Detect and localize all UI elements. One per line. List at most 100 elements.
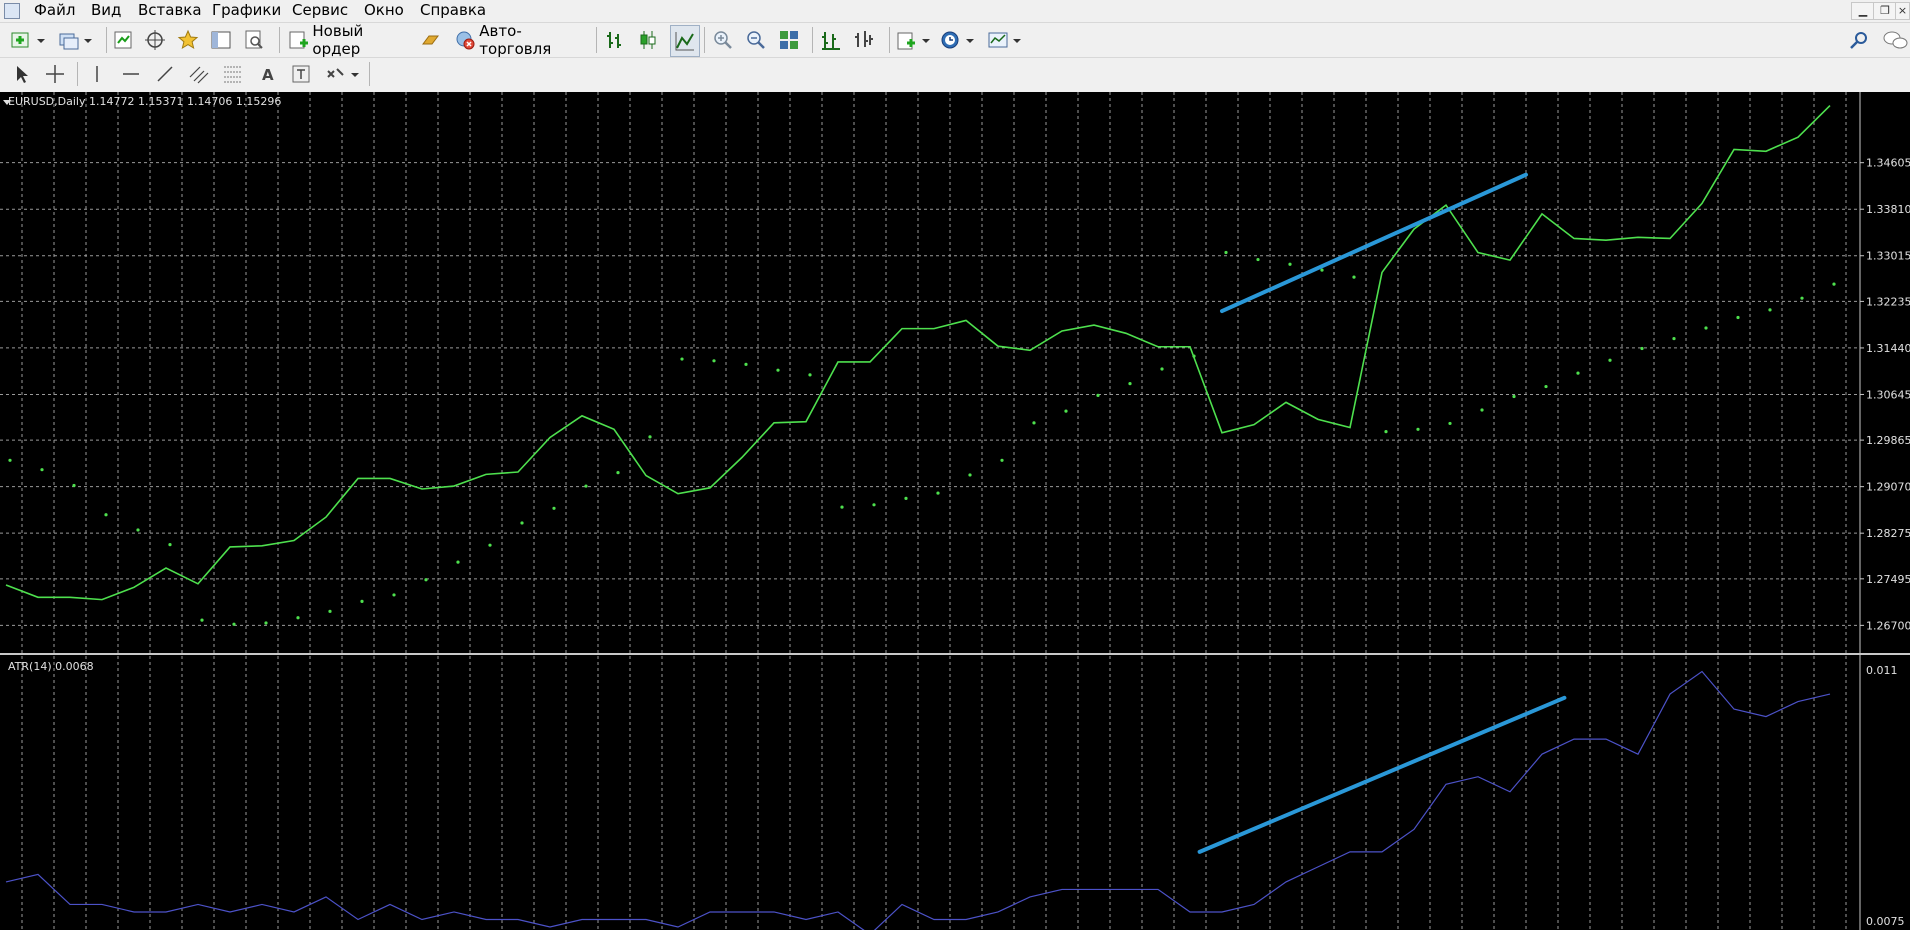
vertical-line-button[interactable] bbox=[86, 60, 112, 88]
zoom-in-button[interactable] bbox=[712, 26, 740, 54]
profiles-icon bbox=[59, 33, 92, 50]
sar-dot bbox=[872, 503, 876, 507]
y-tick-label: 1.32235 bbox=[1866, 295, 1910, 308]
svg-text:A: A bbox=[262, 66, 274, 84]
clock-icon bbox=[941, 31, 974, 49]
sar-dot bbox=[1416, 427, 1420, 431]
sar-dot bbox=[1384, 430, 1388, 434]
toolbar-separator bbox=[106, 27, 107, 53]
menu-item[interactable]: Вставка bbox=[138, 1, 202, 20]
metaeditor-button[interactable] bbox=[420, 26, 444, 54]
sar-dot bbox=[328, 609, 332, 613]
templates-button[interactable] bbox=[987, 26, 1023, 54]
new-order-button[interactable]: Новый ордер bbox=[288, 22, 413, 58]
search-button[interactable] bbox=[1849, 26, 1871, 54]
sar-dot bbox=[360, 599, 364, 603]
sar-dot bbox=[168, 542, 172, 547]
crosshair-tool-button[interactable] bbox=[44, 60, 70, 88]
sar-dot bbox=[584, 484, 588, 488]
bar-chart-button[interactable] bbox=[604, 26, 632, 54]
terminal-button[interactable] bbox=[210, 26, 234, 54]
y-tick-label: 1.28275 bbox=[1866, 527, 1910, 540]
menu-item[interactable]: Справка bbox=[420, 1, 486, 20]
sar-dot bbox=[1640, 346, 1644, 351]
restore-button[interactable]: ❐ bbox=[1873, 2, 1897, 20]
toolbar-separator bbox=[889, 27, 890, 53]
sar-dot bbox=[808, 373, 812, 377]
sar-dot bbox=[40, 468, 44, 472]
sar-dot bbox=[1032, 421, 1036, 425]
new-order-icon bbox=[289, 31, 308, 49]
cursor-tool-button[interactable] bbox=[10, 60, 36, 88]
profiles-button[interactable] bbox=[58, 26, 94, 54]
minimize-button[interactable]: ▁ bbox=[1851, 2, 1875, 20]
line-chart-button[interactable] bbox=[670, 25, 700, 57]
candlestick-button[interactable] bbox=[637, 26, 665, 54]
sar-dot bbox=[1768, 308, 1772, 312]
chart-window[interactable]: EURUSD,Daily 1.14772 1.15371 1.14706 1.1… bbox=[0, 92, 1910, 930]
sar-dot bbox=[776, 368, 780, 372]
auto-trading-button[interactable]: Авто-торговля bbox=[454, 22, 590, 58]
menu-bar: Файл Вид Вставка Графики Сервис Окно Справка ▁… bbox=[0, 0, 1910, 23]
favorites-button[interactable] bbox=[177, 26, 201, 54]
new-chart-button[interactable] bbox=[10, 26, 46, 54]
sar-dot bbox=[744, 362, 748, 366]
periods-button[interactable] bbox=[940, 26, 976, 54]
text-tool-button[interactable]: A bbox=[256, 60, 282, 88]
search-icon bbox=[1850, 32, 1867, 49]
close-button[interactable]: × bbox=[1895, 2, 1910, 20]
indicators-button[interactable] bbox=[896, 26, 932, 54]
zoom-out-button[interactable] bbox=[745, 26, 773, 54]
app-icon[interactable] bbox=[4, 3, 20, 19]
y-tick-label: 1.29865 bbox=[1866, 434, 1910, 447]
strategy-tester-button[interactable] bbox=[243, 26, 267, 54]
y-tick-label: 1.34605 bbox=[1866, 157, 1910, 170]
trendline-icon bbox=[157, 66, 173, 82]
chart-shift-button[interactable] bbox=[820, 26, 848, 54]
sar-dot bbox=[1352, 275, 1356, 279]
toolbar-separator bbox=[704, 27, 705, 53]
channel-icon bbox=[189, 66, 209, 84]
menu-item[interactable]: Вид bbox=[91, 1, 121, 20]
menu-item[interactable]: Окно bbox=[364, 1, 404, 20]
sar-dot bbox=[1704, 326, 1708, 330]
bar-chart-icon bbox=[607, 32, 621, 48]
tile-windows-button[interactable] bbox=[778, 26, 806, 54]
menu-item[interactable]: Файл bbox=[34, 1, 75, 20]
sar-dot bbox=[200, 618, 204, 622]
sar-dot bbox=[1608, 358, 1612, 362]
fibonacci-icon bbox=[224, 66, 242, 83]
sar-dot bbox=[456, 560, 460, 564]
arrows-button[interactable] bbox=[325, 60, 361, 88]
sar-dot bbox=[936, 491, 940, 495]
trendline-button[interactable] bbox=[154, 60, 180, 88]
text-label-button[interactable] bbox=[290, 60, 316, 88]
new-order-label: Новый ордер bbox=[312, 22, 364, 58]
sar-dot bbox=[8, 458, 12, 462]
menu-item[interactable]: Графики bbox=[212, 1, 281, 20]
chat-button[interactable] bbox=[1882, 26, 1908, 54]
y-tick-label: 1.33015 bbox=[1866, 250, 1910, 263]
navigator-button[interactable] bbox=[144, 26, 168, 54]
toolbar-separator bbox=[279, 27, 280, 53]
sar-dot bbox=[1224, 250, 1228, 255]
toolbar-separator bbox=[77, 62, 78, 86]
sar-dot bbox=[488, 543, 492, 547]
sar-dot bbox=[1800, 296, 1804, 300]
horizontal-line-button[interactable] bbox=[120, 60, 146, 88]
sar-dot bbox=[1320, 268, 1324, 272]
equidistant-channel-button[interactable] bbox=[188, 60, 214, 88]
sar-dot bbox=[72, 483, 76, 488]
sar-dot bbox=[1672, 336, 1676, 341]
y-tick-label: 1.33810 bbox=[1866, 203, 1910, 216]
fibonacci-button[interactable] bbox=[222, 60, 248, 88]
y-tick-label: 1.30645 bbox=[1866, 388, 1910, 401]
sar-dot bbox=[1512, 394, 1516, 399]
market-watch-button[interactable] bbox=[112, 26, 136, 54]
gold-bars-icon bbox=[422, 35, 439, 45]
autoscroll-button[interactable] bbox=[853, 26, 881, 54]
sar-dot bbox=[104, 513, 108, 517]
menu-item[interactable]: Сервис bbox=[292, 1, 348, 20]
sar-dot bbox=[1832, 282, 1836, 286]
sar-dot bbox=[1448, 421, 1452, 426]
